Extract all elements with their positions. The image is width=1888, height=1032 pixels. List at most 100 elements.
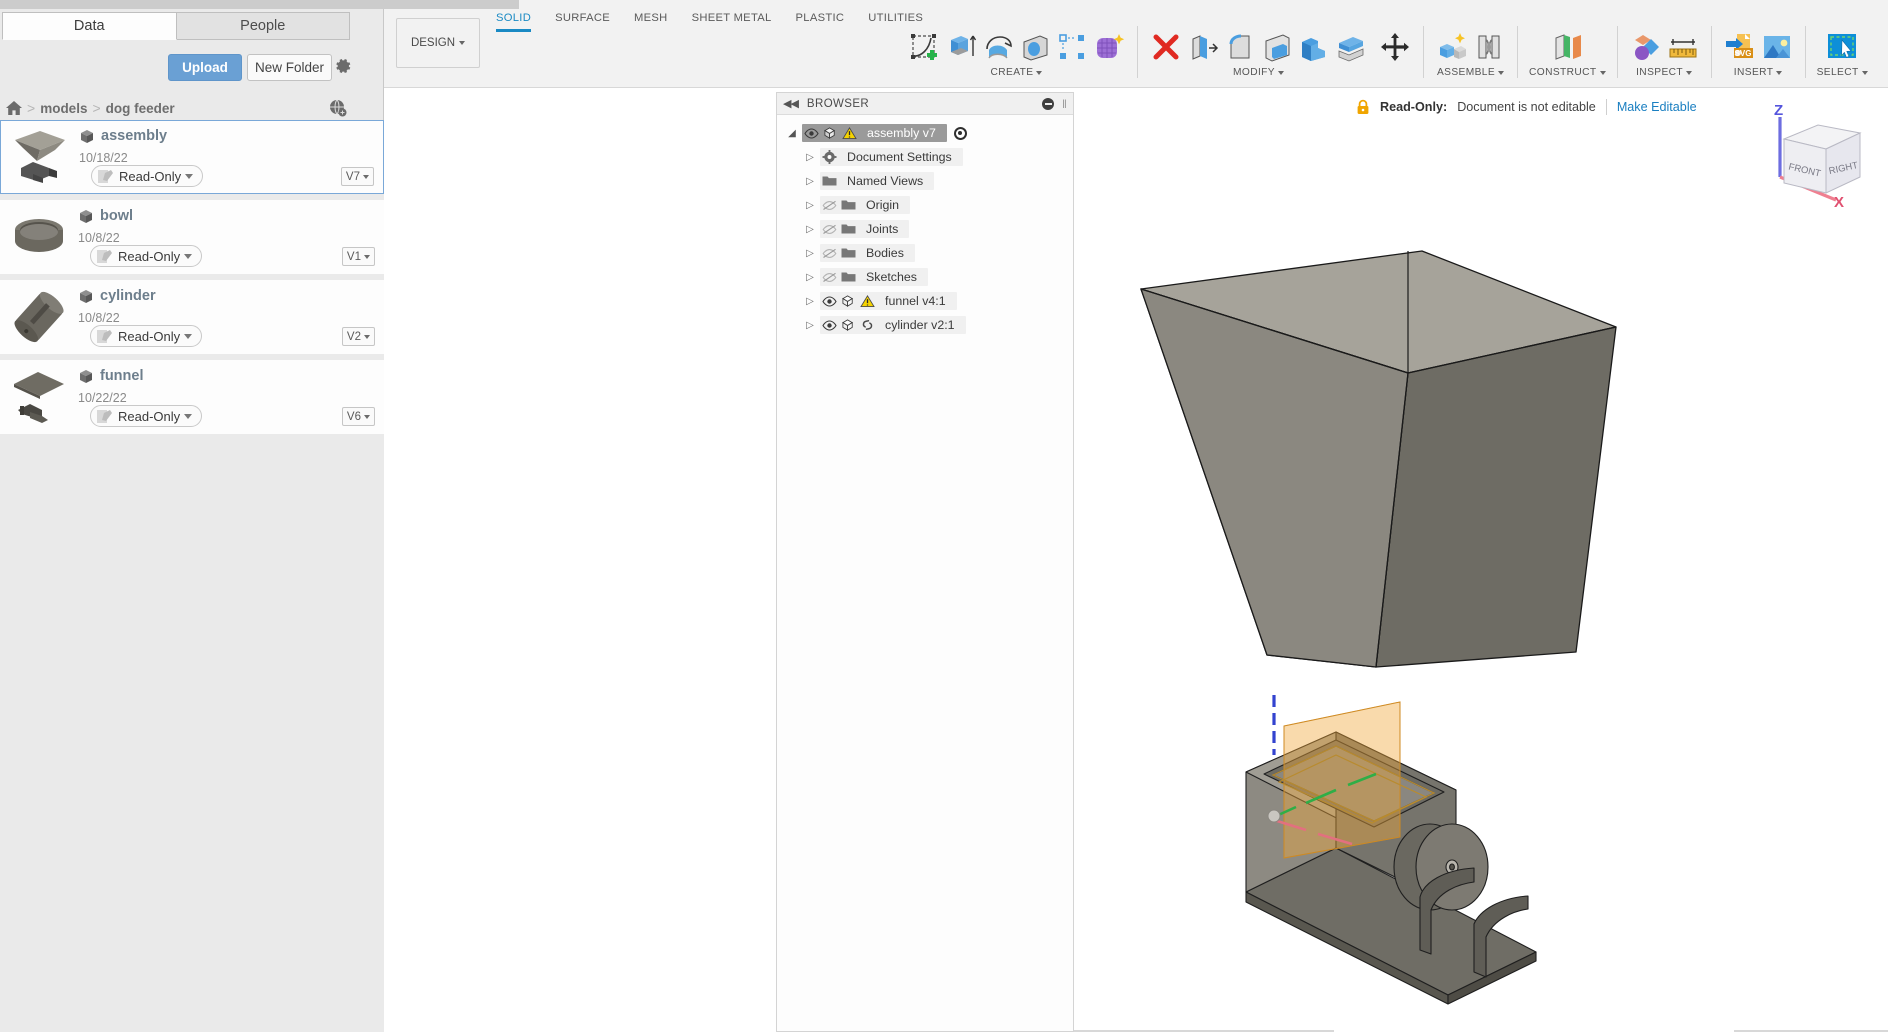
node-row[interactable]: Named Views bbox=[820, 172, 935, 190]
upload-button[interactable]: Upload bbox=[168, 54, 242, 81]
expand-arrow-icon[interactable]: ▷ bbox=[803, 272, 817, 283]
tree-node-funnel[interactable]: ▷ funnel v4:1 bbox=[777, 289, 1073, 313]
tree-node-cylinder[interactable]: ▷ cylinder v2:1 bbox=[777, 313, 1073, 337]
tree-node-origin[interactable]: ▷ Origin bbox=[777, 193, 1073, 217]
eye-off-icon[interactable] bbox=[822, 248, 837, 259]
revolve-icon[interactable] bbox=[981, 30, 1015, 64]
panel-assemble-title[interactable]: ASSEMBLE bbox=[1437, 67, 1505, 78]
tree-node-sketches[interactable]: ▷ Sketches bbox=[777, 265, 1073, 289]
tree-node-named-views[interactable]: ▷ Named Views bbox=[777, 169, 1073, 193]
eye-on-icon[interactable] bbox=[822, 295, 837, 307]
tab-surface[interactable]: SURFACE bbox=[543, 10, 622, 30]
insert-svg-icon[interactable]: SVG bbox=[1723, 30, 1757, 64]
list-item[interactable]: bowl 10/8/22 Read-Only V1 bbox=[0, 200, 384, 274]
node-row[interactable]: cylinder v2:1 bbox=[820, 316, 966, 334]
tree-node-label: Joints bbox=[860, 221, 905, 237]
new-folder-button[interactable]: New Folder bbox=[247, 54, 332, 81]
tab-plastic[interactable]: PLASTIC bbox=[784, 10, 857, 30]
permission-dropdown[interactable]: Read-Only bbox=[91, 165, 204, 187]
rectangular-pattern-icon[interactable] bbox=[1055, 30, 1089, 64]
create-sketch-icon[interactable] bbox=[907, 30, 941, 64]
workspace-switcher[interactable]: DESIGN bbox=[396, 18, 480, 68]
hole-icon[interactable] bbox=[1018, 30, 1052, 64]
eye-off-icon[interactable] bbox=[822, 224, 837, 235]
gear-icon[interactable] bbox=[333, 56, 353, 76]
panel-select-title[interactable]: SELECT bbox=[1817, 67, 1868, 78]
breadcrumb-models[interactable]: models bbox=[40, 101, 87, 116]
list-item[interactable]: assembly 10/18/22 Read-Only V7 bbox=[0, 120, 384, 194]
node-row[interactable]: funnel v4:1 bbox=[820, 292, 957, 310]
node-row[interactable]: Document Settings bbox=[820, 148, 963, 166]
offset-face-icon[interactable] bbox=[1334, 30, 1368, 64]
form-icon[interactable] bbox=[1092, 30, 1126, 64]
component-icon bbox=[824, 127, 836, 139]
expand-arrow-icon[interactable]: ▷ bbox=[803, 176, 817, 187]
collapse-left-icon[interactable]: ◀◀ bbox=[783, 97, 799, 110]
node-row[interactable]: Origin bbox=[820, 196, 911, 214]
extrude-icon[interactable] bbox=[944, 30, 978, 64]
move-copy-icon[interactable] bbox=[1378, 30, 1412, 64]
press-pull-icon[interactable] bbox=[1186, 30, 1220, 64]
eye-off-icon[interactable] bbox=[822, 272, 837, 283]
tree-node-joints[interactable]: ▷ Joints bbox=[777, 217, 1073, 241]
measure-icon[interactable] bbox=[1666, 30, 1700, 64]
select-window-icon[interactable] bbox=[1825, 30, 1859, 64]
file-date: 10/8/22 bbox=[78, 311, 120, 325]
version-badge[interactable]: V6 bbox=[341, 407, 375, 426]
fillet-icon[interactable] bbox=[1223, 30, 1257, 64]
tree-node-bodies[interactable]: ▷ Bodies bbox=[777, 241, 1073, 265]
list-item[interactable]: cylinder 10/8/22 Read-Only V2 bbox=[0, 280, 384, 354]
insert-image-icon[interactable] bbox=[1760, 30, 1794, 64]
new-component-icon[interactable] bbox=[1435, 30, 1469, 64]
shell-icon[interactable] bbox=[1260, 30, 1294, 64]
eye-on-icon[interactable] bbox=[804, 127, 819, 139]
home-icon[interactable] bbox=[6, 101, 22, 115]
activate-radio-icon[interactable] bbox=[953, 126, 967, 140]
version-badge[interactable]: V1 bbox=[341, 247, 375, 266]
panel-modify-title[interactable]: MODIFY bbox=[1233, 67, 1285, 78]
expand-arrow-icon[interactable]: ▷ bbox=[803, 152, 817, 163]
expand-arrow-icon[interactable]: ◢ bbox=[785, 128, 799, 139]
version-badge[interactable]: V7 bbox=[340, 167, 374, 186]
expand-arrow-icon[interactable]: ▷ bbox=[803, 248, 817, 259]
browser-panel: ◀◀ BROWSER ‖ ◢ assembly v7 ▷ Document Se… bbox=[776, 92, 1074, 1032]
panel-insert-title[interactable]: INSERT bbox=[1734, 67, 1783, 78]
node-row[interactable]: Joints bbox=[820, 220, 910, 238]
version-badge[interactable]: V2 bbox=[341, 327, 375, 346]
permission-dropdown[interactable]: Read-Only bbox=[90, 405, 203, 427]
tree-node-root[interactable]: ◢ assembly v7 bbox=[777, 121, 1073, 145]
panel-construct-title[interactable]: CONSTRUCT bbox=[1529, 67, 1606, 78]
minus-circle-icon[interactable] bbox=[1042, 98, 1054, 110]
expand-arrow-icon[interactable]: ▷ bbox=[803, 320, 817, 331]
tab-people[interactable]: People bbox=[176, 12, 350, 40]
list-item[interactable]: funnel 10/22/22 Read-Only V6 bbox=[0, 360, 384, 434]
expand-arrow-icon[interactable]: ▷ bbox=[803, 296, 817, 307]
combine-icon[interactable] bbox=[1297, 30, 1331, 64]
expand-arrow-icon[interactable]: ▷ bbox=[803, 224, 817, 235]
delete-icon[interactable] bbox=[1149, 30, 1183, 64]
panel-create-title[interactable]: CREATE bbox=[991, 67, 1043, 78]
tree-node-document-settings[interactable]: ▷ Document Settings bbox=[777, 145, 1073, 169]
permission-dropdown[interactable]: Read-Only bbox=[90, 325, 203, 347]
make-editable-link[interactable]: Make Editable bbox=[1617, 100, 1697, 114]
breadcrumb-dog-feeder[interactable]: dog feeder bbox=[106, 101, 175, 116]
root-row[interactable]: assembly v7 bbox=[802, 124, 947, 142]
tab-mesh[interactable]: MESH bbox=[622, 10, 680, 30]
tab-solid[interactable]: SOLID bbox=[484, 10, 543, 30]
view-cube[interactable]: Z X FRONT RIGHT bbox=[1756, 95, 1876, 213]
expand-arrow-icon[interactable]: ▷ bbox=[803, 200, 817, 211]
joint-icon[interactable] bbox=[1472, 30, 1506, 64]
eye-on-icon[interactable] bbox=[822, 319, 837, 331]
interference-icon[interactable] bbox=[1629, 30, 1663, 64]
resize-grip-icon[interactable]: ‖ bbox=[1062, 97, 1067, 111]
permission-dropdown[interactable]: Read-Only bbox=[90, 245, 203, 267]
panel-inspect-title[interactable]: INSPECT bbox=[1636, 67, 1693, 78]
tab-data[interactable]: Data bbox=[2, 12, 177, 40]
node-row[interactable]: Sketches bbox=[820, 268, 928, 286]
tab-sheet-metal[interactable]: SHEET METAL bbox=[680, 10, 784, 30]
node-row[interactable]: Bodies bbox=[820, 244, 915, 262]
offset-plane-icon[interactable] bbox=[1550, 30, 1584, 64]
data-panel: Data People Upload New Folder > models >… bbox=[0, 0, 384, 1032]
eye-off-icon[interactable] bbox=[822, 200, 837, 211]
panel-title-text: INSERT bbox=[1733, 67, 1774, 78]
